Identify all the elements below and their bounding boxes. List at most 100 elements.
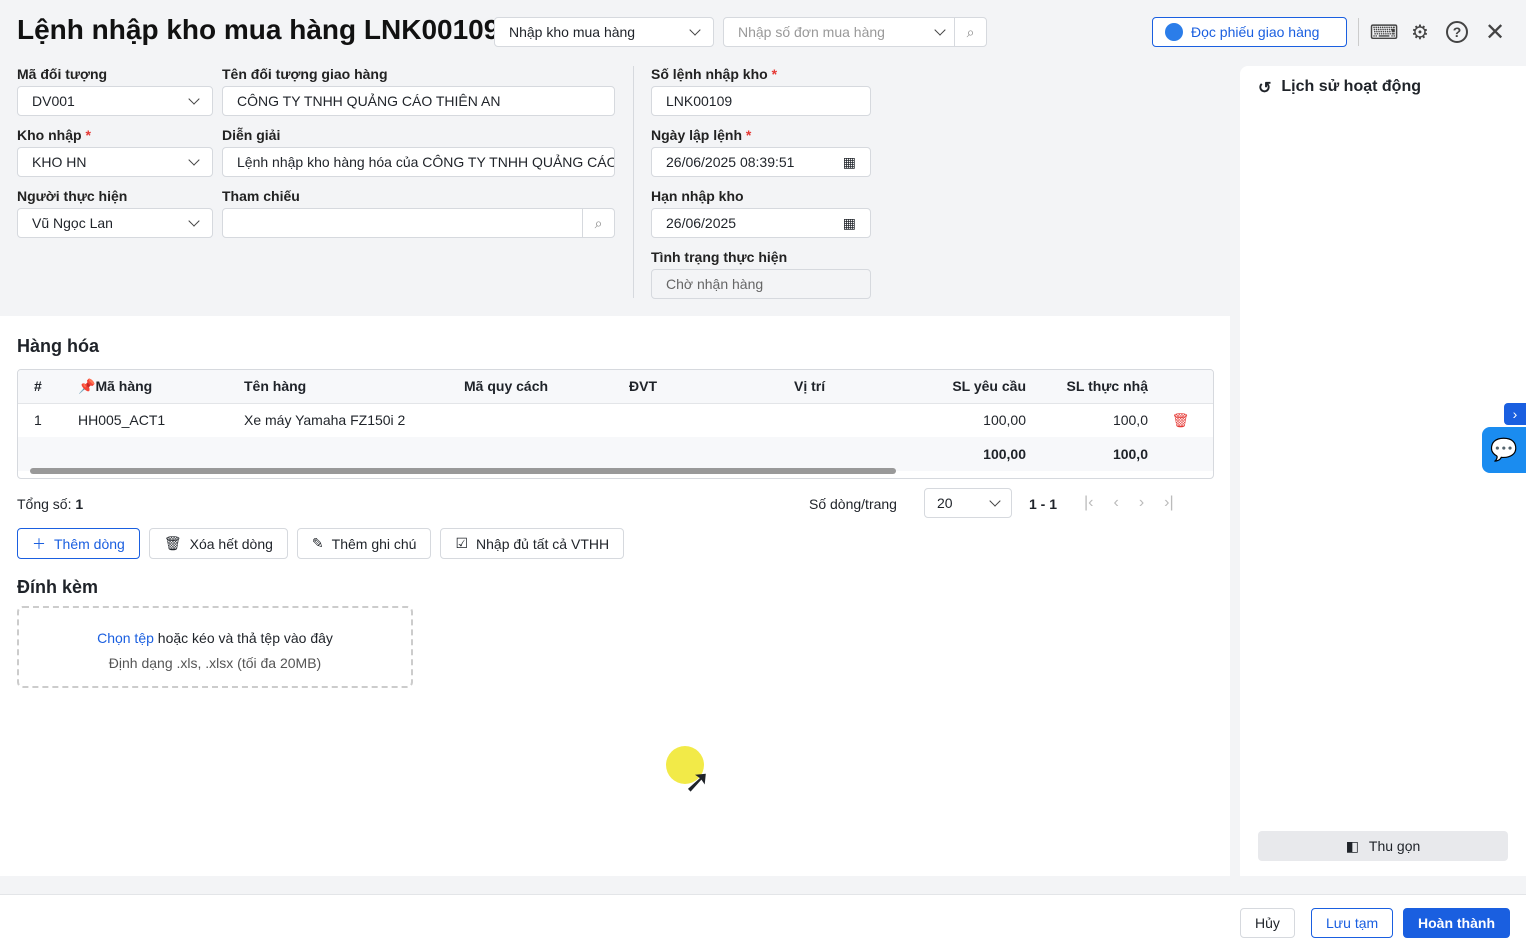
history-icon: ↺ — [1258, 80, 1272, 97]
activity-panel: ↺ Lịch sử hoạt động ◧ Thu gọn — [1240, 66, 1526, 876]
col-code-label: Mã hàng — [95, 377, 153, 394]
cell-req-qty[interactable]: 100,00 — [910, 403, 1042, 437]
chat-icon[interactable]: 💬 — [1482, 427, 1526, 473]
horizontal-scrollbar[interactable] — [30, 468, 896, 474]
tham-chieu-input[interactable]: ⌕ — [222, 208, 615, 238]
kho-nhap-label-text: Kho nhập — [17, 127, 82, 143]
chevron-down-icon — [188, 215, 200, 227]
robot-icon — [1165, 23, 1183, 41]
last-page-icon[interactable]: ›| — [1164, 494, 1173, 512]
finish-button[interactable]: Hoàn thành — [1403, 908, 1510, 938]
collapse-label: Thu gọn — [1368, 838, 1421, 854]
page-title: Lệnh nhập kho mua hàng LNK00109 — [17, 14, 500, 45]
label-dien-giai: Diễn giải — [222, 127, 281, 143]
format-hint: Định dạng .xls, .xlsx (tối đa 20MB) — [108, 655, 322, 671]
ten-doi-tuong-input[interactable]: CÔNG TY TNHH QUẢNG CÁO THIÊN AN — [222, 86, 615, 116]
kho-nhap-select[interactable]: KHO HN — [17, 147, 213, 177]
cell-code[interactable]: HH005_ACT1 — [62, 403, 228, 437]
cell-name[interactable]: Xe máy Yamaha FZ150i 2 — [228, 403, 448, 437]
add-note-button[interactable]: ✎ Thêm ghi chú — [296, 528, 432, 559]
required-mark: * — [85, 127, 91, 143]
calendar-icon[interactable]: ▦ — [843, 215, 856, 232]
col-code: 📌Mã hàng — [62, 370, 228, 404]
cancel-button[interactable]: Hủy — [1240, 908, 1295, 938]
plus-icon: ＋ — [32, 535, 46, 552]
cell-unit[interactable] — [613, 403, 778, 437]
totals-row: 100,00 100,0 — [18, 437, 1213, 471]
first-page-icon[interactable]: |‹ — [1084, 494, 1093, 512]
required-mark: * — [745, 127, 752, 143]
goods-table: # 📌Mã hàng Tên hàng Mã quy cách ĐVT Vị t… — [17, 369, 1214, 479]
read-delivery-button[interactable]: Đọc phiếu giao hàng — [1152, 17, 1347, 47]
prev-page-icon[interactable]: ‹ — [1113, 494, 1118, 512]
ngay-lap-label-text: Ngày lập lệnh — [651, 127, 743, 143]
col-actions — [1148, 370, 1213, 404]
dien-giai-input[interactable]: Lệnh nhập kho hàng hóa của CÔNG TY TNHH … — [222, 147, 615, 177]
keyboard-icon[interactable]: ⌨ — [1370, 20, 1399, 44]
footer-bar: Hủy Lưu tạm Hoàn thành — [0, 894, 1526, 952]
pencil-icon: ✎ — [311, 535, 324, 551]
choose-file-link[interactable]: Chọn tệp — [97, 630, 154, 646]
ma-doi-tuong-select[interactable]: DV001 — [17, 86, 213, 116]
chevron-down-icon — [989, 495, 1001, 507]
cell-spec[interactable] — [448, 403, 613, 437]
so-lenh-label-text: Số lệnh nhập kho — [651, 66, 768, 82]
chevron-down-icon — [934, 24, 946, 36]
label-han-nhap: Hạn nhập kho — [651, 188, 744, 204]
po-search[interactable]: Nhập số đơn mua hàng ⌕ — [723, 17, 987, 47]
search-icon[interactable]: ⌕ — [582, 209, 614, 237]
search-icon[interactable]: ⌕ — [954, 18, 986, 46]
drop-text: hoặc kéo và thả tệp vào đây — [153, 630, 333, 646]
divider — [633, 66, 634, 298]
col-req-qty: SL yêu cầu — [910, 370, 1042, 404]
per-page-select[interactable]: 20 — [924, 488, 1012, 518]
type-select[interactable]: Nhập kho mua hàng — [494, 17, 714, 47]
nguoi-thuc-hien-select[interactable]: Vũ Ngọc Lan — [17, 208, 213, 238]
file-dropzone[interactable]: Chọn tệp hoặc kéo và thả tệp vào đây Địn… — [17, 606, 413, 688]
help-icon[interactable]: ? — [1446, 21, 1468, 43]
goods-section: Hàng hóa # 📌Mã hàng Tên hàng Mã quy cách… — [0, 316, 1230, 876]
chevron-down-icon — [689, 24, 701, 36]
cell-location[interactable] — [778, 403, 910, 437]
collapse-button[interactable]: ◧ Thu gọn — [1258, 831, 1508, 861]
fill-all-button[interactable]: ☑ Nhập đủ tất cả VTHH — [440, 528, 625, 559]
label-nguoi-thuc-hien: Người thực hiện — [17, 188, 128, 204]
expand-tab-icon[interactable]: › — [1504, 403, 1526, 425]
total-count: Tổng số: 1 — [17, 496, 83, 512]
col-unit: ĐVT — [613, 370, 778, 404]
table-row[interactable]: 1 HH005_ACT1 Xe máy Yamaha FZ150i 2 100,… — [18, 403, 1213, 437]
required-mark: * — [771, 66, 778, 82]
trash-icon: 🗑 — [163, 535, 182, 551]
col-no: # — [18, 370, 62, 404]
read-delivery-label: Đọc phiếu giao hàng — [1191, 24, 1320, 40]
delete-row-icon[interactable]: 🗑 — [1148, 403, 1213, 437]
label-ma-doi-tuong: Mã đối tượng — [17, 66, 108, 82]
clear-rows-button[interactable]: 🗑 Xóa hết dòng — [148, 528, 288, 559]
per-page-label: Số dòng/trang — [809, 496, 897, 512]
add-row-label: Thêm dòng — [54, 535, 125, 552]
total-label: Tổng số: — [17, 496, 72, 512]
close-icon[interactable]: ✕ — [1483, 19, 1507, 46]
cell-actual-qty[interactable]: 100,0 — [1042, 403, 1148, 437]
chevron-down-icon — [188, 93, 200, 105]
gear-icon[interactable]: ⚙ — [1408, 20, 1432, 44]
chevron-down-icon — [188, 154, 200, 166]
calendar-icon[interactable]: ▦ — [843, 154, 856, 171]
clear-rows-label: Xóa hết dòng — [189, 535, 273, 552]
label-tham-chieu: Tham chiếu — [222, 188, 300, 204]
divider — [1358, 18, 1359, 46]
save-draft-button[interactable]: Lưu tạm — [1311, 908, 1394, 938]
label-so-lenh: Số lệnh nhập kho * — [651, 66, 777, 82]
col-location: Vị trí — [778, 370, 910, 404]
pin-icon[interactable]: 📌 — [78, 378, 95, 394]
total-req-qty: 100,00 — [983, 446, 1026, 462]
fill-all-label: Nhập đủ tất cả VTHH — [476, 535, 610, 552]
goods-title: Hàng hóa — [17, 336, 100, 356]
han-nhap-input[interactable]: 26/06/2025 ▦ — [651, 208, 871, 238]
so-lenh-input[interactable]: LNK00109 — [651, 86, 871, 116]
collapse-icon: ◧ — [1345, 837, 1359, 854]
ngay-lap-input[interactable]: 26/06/2025 08:39:51 ▦ — [651, 147, 871, 177]
mouse-cursor-icon: ➚ — [684, 763, 711, 799]
next-page-icon[interactable]: › — [1139, 494, 1144, 512]
add-row-button[interactable]: ＋ Thêm dòng — [17, 528, 140, 559]
